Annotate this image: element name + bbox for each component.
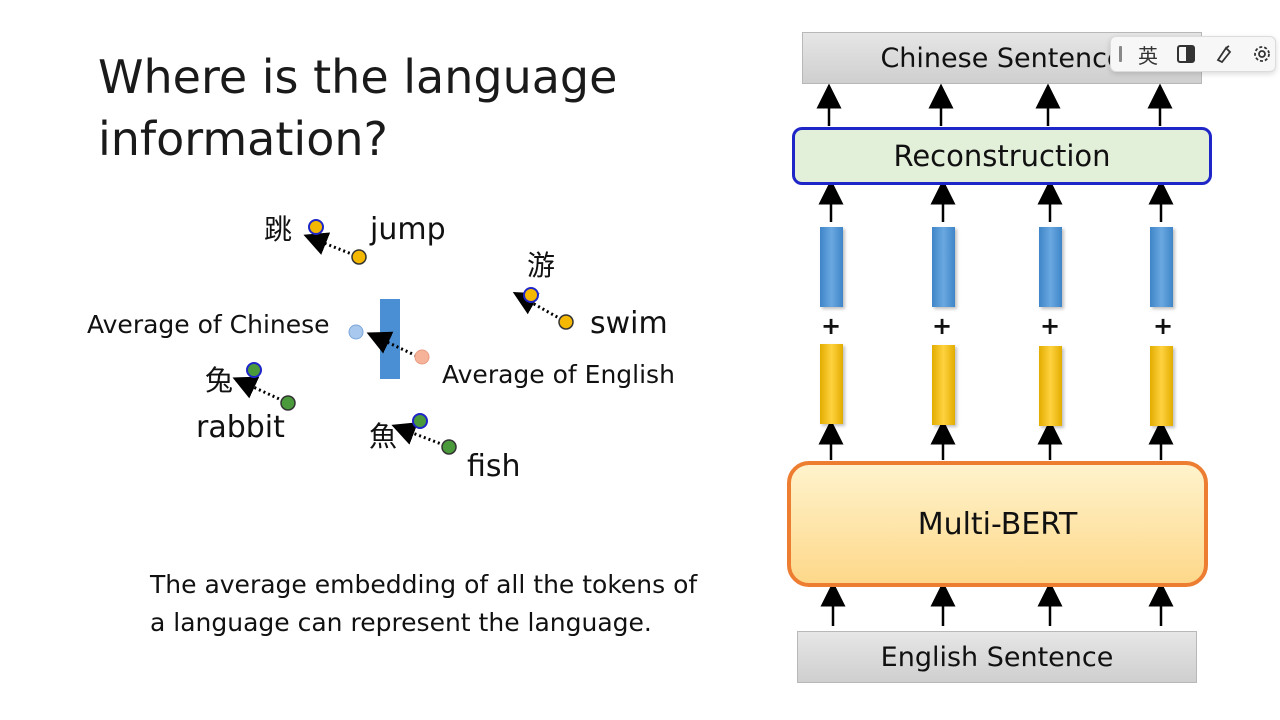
multi-bert-label: Multi-BERT — [917, 506, 1078, 542]
blue-vector-2 — [932, 227, 955, 307]
chinese-sentence-label: Chinese Sentence — [880, 42, 1124, 74]
point-you — [523, 287, 539, 303]
label-rabbit: rabbit — [196, 410, 285, 445]
gold-vector-2 — [932, 345, 955, 425]
english-sentence-box: English Sentence — [797, 631, 1197, 683]
label-yu: 魚 — [369, 420, 398, 453]
label-tiao: 跳 — [264, 213, 293, 246]
grip-icon[interactable] — [1119, 46, 1122, 62]
half-width-icon[interactable] — [1174, 42, 1198, 66]
plus-sign-4: + — [1152, 312, 1174, 340]
arrow-rabbit — [232, 376, 289, 405]
point-avg-english — [414, 349, 430, 365]
point-rabbit — [280, 395, 296, 411]
reconstruction-box: Reconstruction — [792, 127, 1212, 185]
gold-vector-1 — [820, 344, 843, 424]
average-difference-vector — [380, 299, 400, 379]
multi-bert-box: Multi-BERT — [787, 461, 1208, 587]
label-fish: fish — [467, 449, 521, 484]
point-yu — [412, 413, 428, 429]
english-sentence-label: English Sentence — [880, 641, 1114, 673]
plus-sign-1: + — [820, 312, 842, 340]
label-swim: swim — [590, 306, 668, 341]
blue-vector-4 — [1150, 227, 1173, 307]
point-tiao — [308, 219, 324, 235]
gold-vector-4 — [1150, 346, 1173, 426]
point-tu — [246, 362, 262, 378]
plus-sign-3: + — [1039, 312, 1061, 340]
label-average-chinese: Average of Chinese — [87, 310, 330, 339]
ime-english-icon[interactable]: 英 — [1136, 42, 1160, 68]
caption-line-1: The average embedding of all the tokens … — [150, 570, 698, 599]
arrow-jump — [303, 232, 360, 259]
caption-line-2: a language can represent the language. — [150, 608, 652, 637]
point-fish — [441, 439, 457, 455]
gold-vector-3 — [1039, 346, 1062, 426]
reconstruction-label: Reconstruction — [893, 139, 1111, 173]
point-jump — [351, 249, 367, 265]
point-avg-chinese — [348, 324, 364, 340]
arrow-fish — [391, 422, 450, 449]
label-jump: jump — [370, 212, 446, 247]
point-swim — [558, 314, 574, 330]
ime-toolbar: 英 — [1110, 36, 1276, 72]
label-tu: 兔 — [205, 364, 234, 397]
blue-vector-1 — [820, 227, 843, 307]
skin-icon[interactable] — [1212, 42, 1236, 66]
blue-vector-3 — [1039, 227, 1062, 307]
settings-icon[interactable] — [1250, 42, 1274, 66]
slide-caption: The average embedding of all the tokens … — [150, 566, 697, 642]
label-you: 游 — [527, 249, 556, 282]
plus-sign-2: + — [931, 312, 953, 340]
label-average-english: Average of English — [442, 360, 675, 389]
